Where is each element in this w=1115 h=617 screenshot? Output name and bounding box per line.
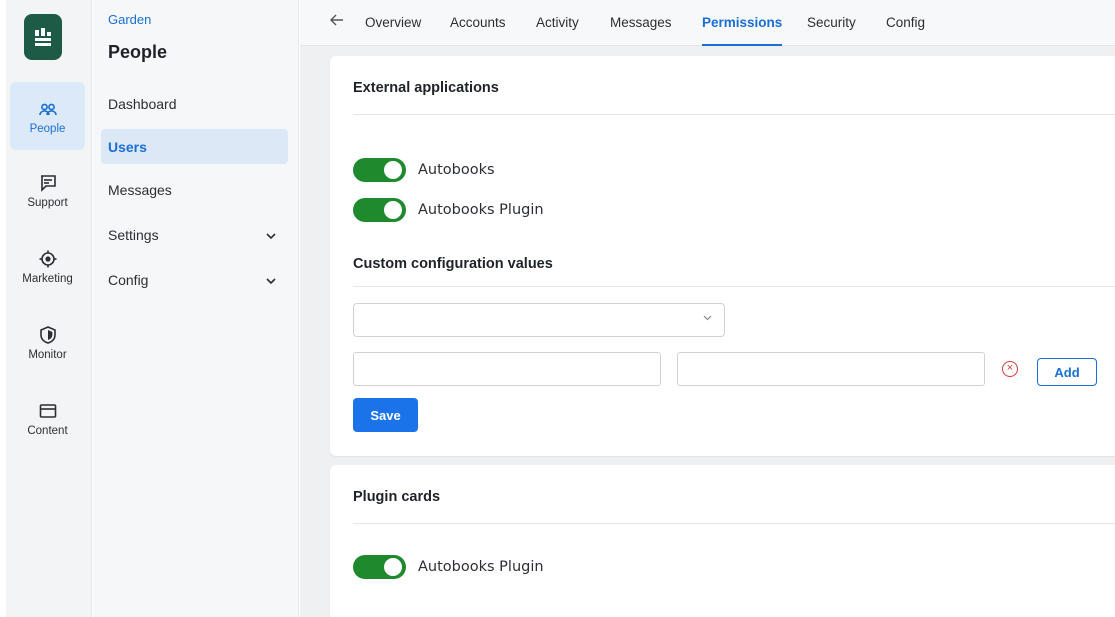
card-title: Plugin cards — [353, 489, 441, 505]
nav-item-settings[interactable]: Settings — [101, 217, 288, 252]
tab-security[interactable]: Security — [807, 15, 856, 46]
chevron-down-icon — [266, 227, 276, 243]
nav-item-label: Messages — [108, 181, 172, 198]
chevron-down-icon — [703, 312, 712, 324]
section-nav: Garden People Dashboard Users Messages S… — [93, 0, 299, 617]
app-rail: People Support Marketing Monitor Content — [6, 0, 92, 617]
rail-item-label: Monitor — [28, 348, 67, 361]
tab-config[interactable]: Config — [886, 15, 925, 46]
rail-item-label: Marketing — [22, 272, 73, 285]
nav-item-messages[interactable]: Messages — [101, 172, 288, 207]
rail-item-monitor[interactable]: Monitor — [10, 308, 85, 376]
window-icon — [39, 400, 57, 422]
tab-activity[interactable]: Activity — [536, 15, 579, 46]
toggle-row-autobooks-plugin-card: Autobooks Plugin — [353, 555, 544, 579]
rail-item-content[interactable]: Content — [10, 384, 85, 452]
config-value-input[interactable] — [677, 352, 985, 386]
rail-item-people[interactable]: People — [10, 82, 85, 150]
tab-accounts[interactable]: Accounts — [450, 15, 506, 46]
rail-item-label: Content — [27, 424, 68, 437]
shield-icon — [39, 324, 57, 346]
breadcrumb[interactable]: Garden — [108, 12, 151, 27]
nav-item-users[interactable]: Users — [101, 129, 288, 164]
rail-item-support[interactable]: Support — [10, 156, 85, 224]
section-title: Custom configuration values — [353, 256, 553, 272]
rail-item-marketing[interactable]: Marketing — [10, 232, 85, 300]
nav-item-dashboard[interactable]: Dashboard — [101, 86, 288, 121]
nav-item-label: Config — [108, 271, 149, 288]
remove-circle-icon[interactable]: × — [1002, 361, 1018, 377]
add-button[interactable]: Add — [1037, 358, 1097, 386]
tab-overview[interactable]: Overview — [365, 15, 421, 46]
external-applications-card: External applications Autobooks Autobook… — [330, 56, 1115, 456]
tab-permissions[interactable]: Permissions — [702, 15, 783, 46]
garden-logo-icon[interactable] — [24, 14, 62, 60]
save-button[interactable]: Save — [353, 398, 418, 432]
autobooks-plugin-toggle[interactable] — [353, 198, 406, 222]
config-key-select[interactable] — [353, 303, 725, 337]
nav-item-label: Dashboard — [108, 95, 177, 112]
nav-item-label: Users — [108, 138, 147, 155]
tab-messages[interactable]: Messages — [610, 15, 672, 46]
rail-item-label: Support — [27, 196, 68, 209]
card-title: External applications — [353, 80, 499, 96]
plugin-cards-card: Plugin cards Autobooks Plugin — [330, 465, 1115, 617]
page-title: People — [108, 42, 168, 62]
arrow-left-icon[interactable] — [330, 13, 344, 31]
toggle-label: Autobooks — [418, 162, 495, 178]
tab-bar: Overview Accounts Activity Messages Perm… — [300, 0, 1115, 46]
divider — [353, 114, 1115, 115]
rail-item-label: People — [29, 122, 66, 135]
toggle-label: Autobooks Plugin — [418, 202, 544, 218]
toggle-row-autobooks-plugin: Autobooks Plugin — [353, 198, 544, 222]
toggle-row-autobooks: Autobooks — [353, 158, 495, 182]
main-content: Overview Accounts Activity Messages Perm… — [300, 0, 1115, 617]
nav-item-label: Settings — [108, 226, 159, 243]
chat-icon — [39, 172, 57, 194]
toggle-label: Autobooks Plugin — [418, 559, 544, 575]
divider — [353, 523, 1115, 524]
autobooks-toggle[interactable] — [353, 158, 406, 182]
divider — [353, 286, 1115, 287]
target-icon — [39, 248, 57, 270]
nav-item-config[interactable]: Config — [101, 262, 288, 297]
autobooks-plugin-card-toggle[interactable] — [353, 555, 406, 579]
chevron-down-icon — [266, 272, 276, 288]
people-icon — [38, 98, 57, 120]
config-key-input[interactable] — [353, 352, 661, 386]
